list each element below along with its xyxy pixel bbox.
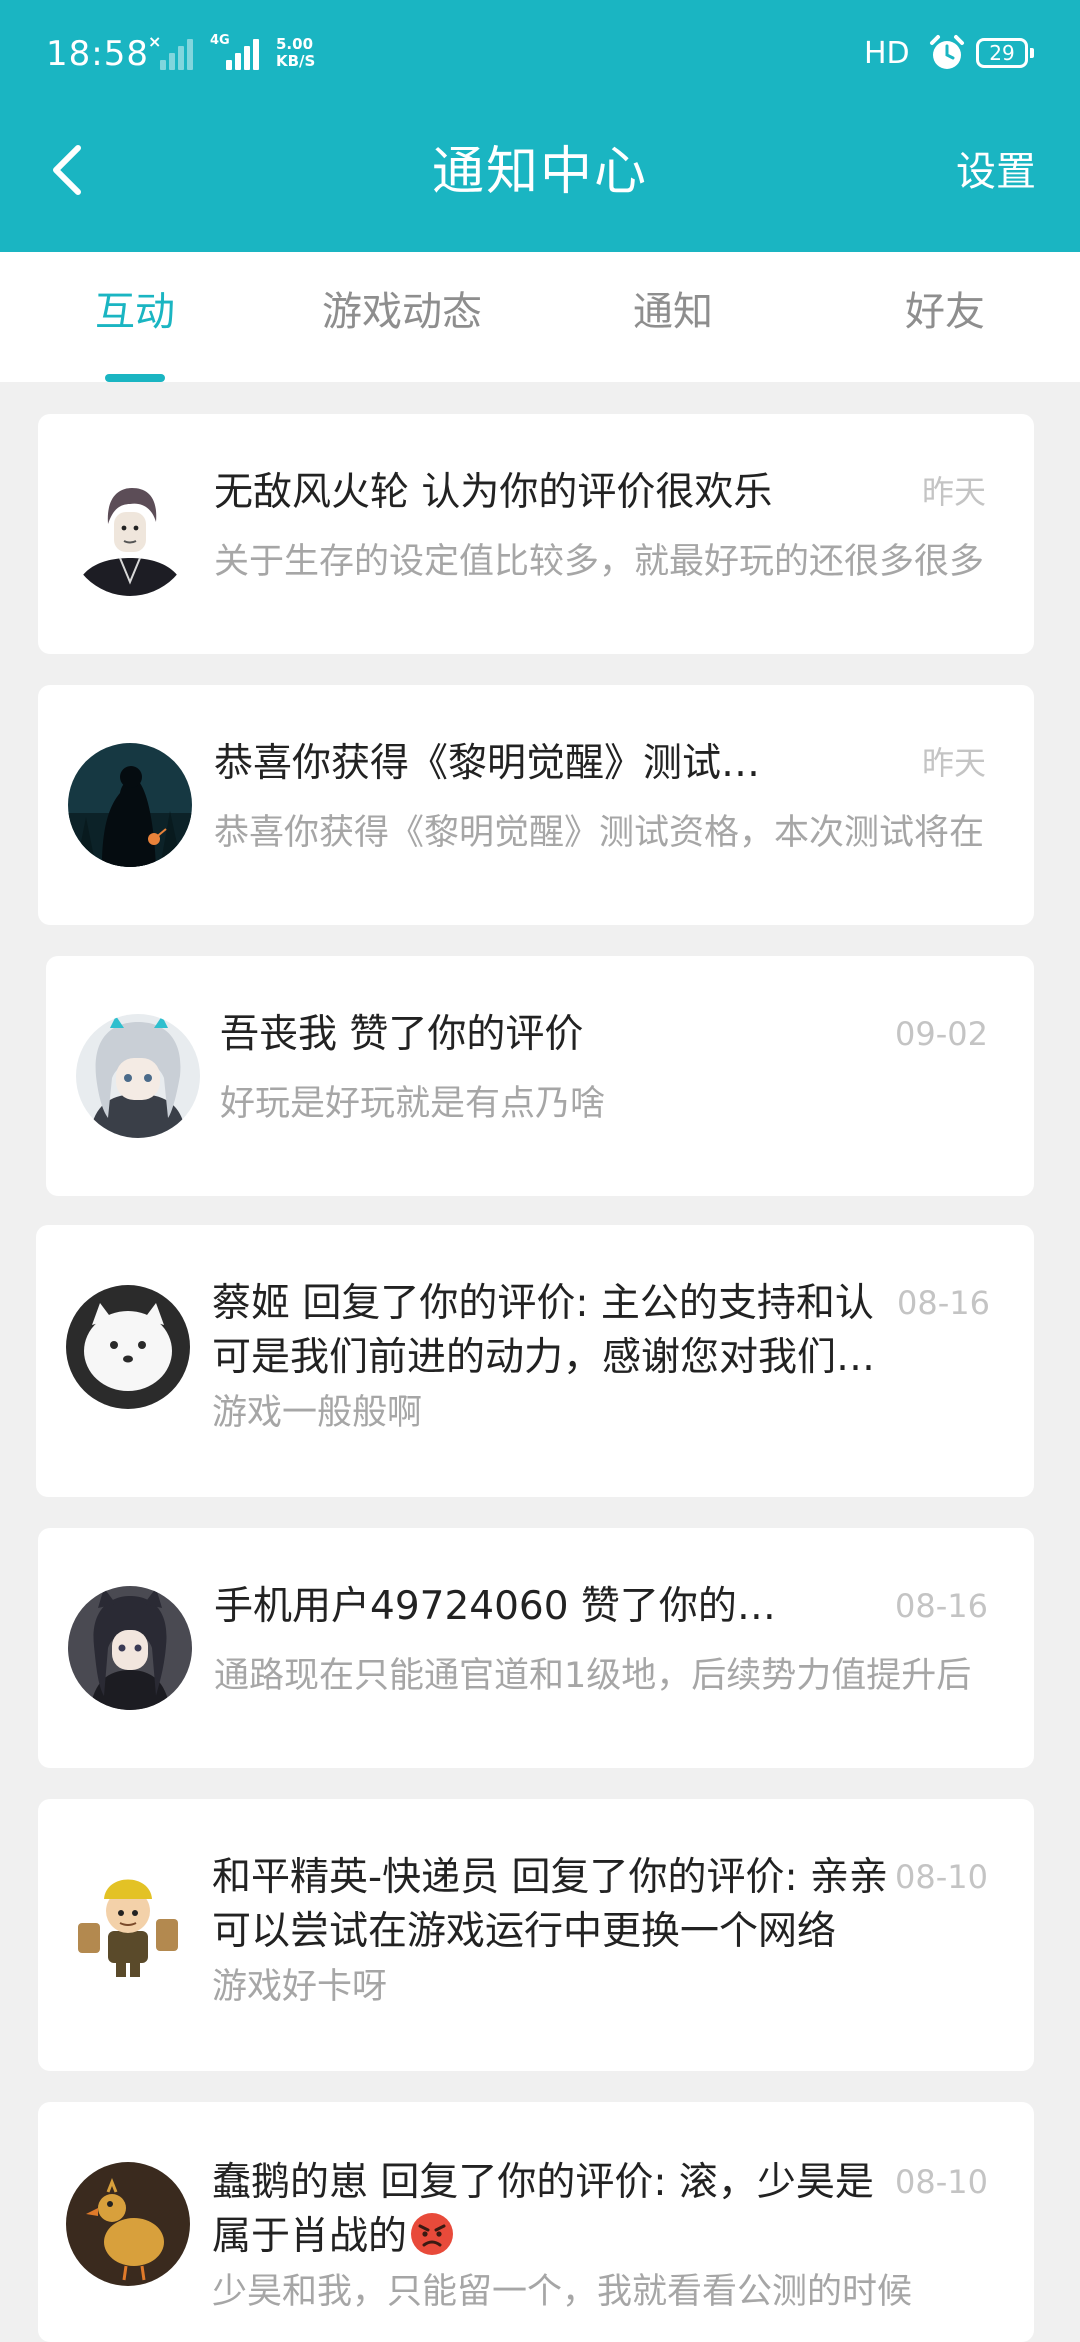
notification-time: 昨天 xyxy=(921,744,986,782)
notification-title: 手机用户49724060 赞了你的评价 xyxy=(214,1584,814,1629)
signal-2-badge: 4G xyxy=(210,33,230,48)
notification-preview: 通路现在只能通官道和1级地，后续势力值提升后 xyxy=(214,1656,972,1696)
notification-title: 和平精英-快递员 回复了你的评价: 亲亲可以尝试在游戏运行中更换一个网络 xyxy=(212,1855,889,1954)
notification-preview: 好玩是好玩就是有点乃啥 xyxy=(220,1084,606,1124)
battery-level: 29 xyxy=(989,41,1015,65)
notification-title: 吾丧我 赞了你的评价 xyxy=(220,1012,584,1057)
back-button[interactable] xyxy=(40,140,100,200)
notification-time: 08-10 xyxy=(895,1858,988,1896)
notification-title: 蠢鹅的崽 回复了你的评价: 滚，少昊是属于肖战的 xyxy=(212,2156,912,2264)
avatar xyxy=(66,1285,190,1409)
notification-title: 蔡姬 回复了你的评价: 主公的支持和认可是我们前进的动力，感谢您对我们的支持 xyxy=(212,1281,876,1380)
tab-friends[interactable]: 好友 xyxy=(905,284,985,340)
tab-interaction[interactable]: 互动 xyxy=(95,284,175,340)
signal-1-badge: × xyxy=(148,32,162,51)
notification-preview: 少昊和我，只能留一个，我就看看公测的时候 xyxy=(212,2272,913,2312)
notification-time: 08-10 xyxy=(895,2163,988,2201)
active-tab-indicator xyxy=(105,374,165,382)
avatar xyxy=(68,472,192,596)
avatar xyxy=(68,1586,192,1710)
notification-card[interactable]: 无敌风火轮 认为你的评价很欢乐 昨天 关于生存的设定值比较多，就最好玩的还很多很… xyxy=(38,414,1034,654)
avatar xyxy=(66,2162,190,2286)
status-time: 18:58 xyxy=(46,34,149,74)
notification-card[interactable]: 蔡姬 回复了你的评价: 主公的支持和认可是我们前进的动力，感谢您对我们的支持 0… xyxy=(36,1225,1034,1497)
battery-indicator: 29 xyxy=(976,38,1034,68)
notification-card[interactable]: 吾丧我 赞了你的评价 09-02 好玩是好玩就是有点乃啥 xyxy=(46,956,1034,1196)
avatar xyxy=(68,743,192,867)
notification-time: 09-02 xyxy=(895,1015,988,1053)
tab-bar: 互动 游戏动态 通知 好友 xyxy=(0,252,1080,382)
net-speed-unit: KB/S xyxy=(276,52,316,70)
nav-bar: 通知中心 设置 xyxy=(0,100,1080,252)
notification-time: 08-16 xyxy=(895,1587,988,1625)
network-speed: 5.00 KB/S xyxy=(276,36,336,70)
alarm-clock-icon xyxy=(930,35,964,69)
notification-preview: 恭喜你获得《黎明觉醒》测试资格，本次测试将在 xyxy=(214,813,985,853)
page-title: 通知中心 xyxy=(431,142,648,202)
notification-preview: 关于生存的设定值比较多，就最好玩的还很多很多 xyxy=(214,542,985,582)
notification-card[interactable]: 蠢鹅的崽 回复了你的评价: 滚，少昊是属于肖战的 08-10 少昊和我，只能留一… xyxy=(38,2102,1034,2342)
notification-title-text: 蠢鹅的崽 回复了你的评价: 滚，少昊是属于肖战的 xyxy=(212,2160,874,2259)
angry-face-icon xyxy=(411,2213,454,2255)
notification-time: 昨天 xyxy=(921,473,986,511)
tab-notifications[interactable]: 通知 xyxy=(633,284,713,340)
hd-voice-label: HD xyxy=(864,36,910,71)
tab-game-news[interactable]: 游戏动态 xyxy=(322,284,482,340)
app-header: 18:58 × 4G 5.00 KB/S HD 29 通知中心 设置 xyxy=(0,0,1080,252)
notification-time: 08-16 xyxy=(897,1284,990,1322)
avatar xyxy=(76,1014,200,1138)
net-speed-value: 5.00 xyxy=(276,35,314,53)
notification-preview: 游戏好卡呀 xyxy=(212,1967,388,2007)
avatar xyxy=(66,1859,190,1983)
notification-preview: 游戏一般般啊 xyxy=(212,1393,423,1433)
settings-button[interactable]: 设置 xyxy=(956,144,1036,200)
signal-1-icon: × xyxy=(148,34,196,70)
notification-title: 恭喜你获得《黎明觉醒》测试资格 xyxy=(214,741,774,786)
chevron-left-icon xyxy=(53,145,81,195)
status-bar: 18:58 × 4G 5.00 KB/S HD 29 xyxy=(0,0,1080,100)
notification-title: 无敌风火轮 认为你的评价很欢乐 xyxy=(214,470,773,515)
notification-card[interactable]: 恭喜你获得《黎明觉醒》测试资格 昨天 恭喜你获得《黎明觉醒》测试资格，本次测试将… xyxy=(38,685,1034,925)
signal-2-icon: 4G xyxy=(210,34,262,70)
notification-card[interactable]: 和平精英-快递员 回复了你的评价: 亲亲可以尝试在游戏运行中更换一个网络 08-… xyxy=(38,1799,1034,2071)
notification-card[interactable]: 手机用户49724060 赞了你的评价 08-16 通路现在只能通官道和1级地，… xyxy=(38,1528,1034,1768)
